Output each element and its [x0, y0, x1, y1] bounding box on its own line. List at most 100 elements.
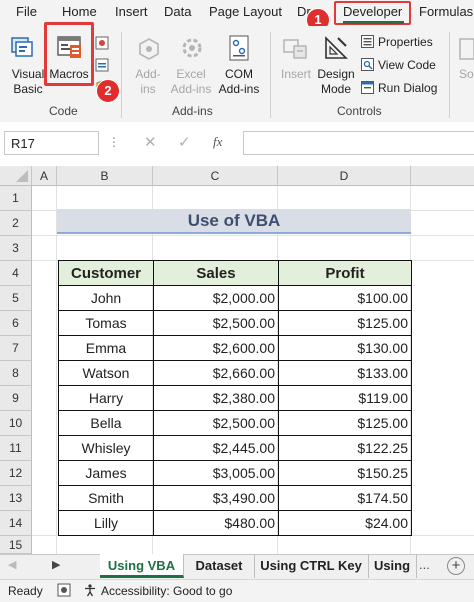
sales-cell[interactable]: $2,380.00	[153, 385, 279, 411]
insert-controls-button[interactable]: Insert	[278, 67, 314, 82]
sheet-tab-using[interactable]: Using	[368, 554, 417, 578]
profit-cell[interactable]: $133.00	[278, 360, 412, 386]
column-header-d[interactable]: D	[278, 166, 411, 186]
run-dialog-icon[interactable]	[361, 81, 374, 94]
add-ins-icon[interactable]	[136, 36, 162, 62]
excel-add-ins-icon[interactable]	[178, 34, 206, 62]
sales-cell[interactable]: $3,490.00	[153, 485, 279, 511]
customer-cell[interactable]: Bella	[58, 410, 154, 436]
profit-cell[interactable]: $130.00	[278, 335, 412, 361]
row-header-4[interactable]: 4	[0, 261, 32, 286]
row-header-3[interactable]: 3	[0, 236, 32, 261]
header-sales[interactable]: Sales	[153, 260, 279, 286]
properties-button[interactable]: Properties	[378, 35, 433, 49]
sales-cell[interactable]: $2,000.00	[153, 285, 279, 311]
row-header-1[interactable]: 1	[0, 186, 32, 211]
scroll-first-sheet-icon[interactable]: ◀	[8, 558, 16, 571]
sales-cell[interactable]: $2,500.00	[153, 410, 279, 436]
sales-cell[interactable]: $2,600.00	[153, 335, 279, 361]
row-header-11[interactable]: 11	[0, 436, 32, 461]
header-profit[interactable]: Profit	[278, 260, 412, 286]
sheet-tab-using-vba[interactable]: Using VBA	[100, 554, 184, 578]
name-box[interactable]: R17	[4, 131, 99, 155]
add-sheet-icon[interactable]: +	[447, 557, 465, 575]
tab-file[interactable]: File	[16, 4, 37, 19]
profit-cell[interactable]: $24.00	[278, 510, 412, 536]
customer-cell[interactable]: Emma	[58, 335, 154, 361]
sales-cell[interactable]: $2,445.00	[153, 435, 279, 461]
view-code-icon[interactable]	[361, 58, 374, 71]
column-header-a[interactable]: A	[32, 166, 57, 186]
row-header-7[interactable]: 7	[0, 336, 32, 361]
sheet-title-cell[interactable]: Use of VBA	[57, 209, 411, 234]
row-header-10[interactable]: 10	[0, 411, 32, 436]
source-icon[interactable]	[457, 36, 474, 62]
row-header-8[interactable]: 8	[0, 361, 32, 386]
source-button-cut-off[interactable]: So	[459, 67, 474, 82]
column-header-b[interactable]: B	[57, 166, 153, 186]
customer-cell[interactable]: Tomas	[58, 310, 154, 336]
profit-cell[interactable]: $119.00	[278, 385, 412, 411]
customer-cell[interactable]: Harry	[58, 385, 154, 411]
com-add-ins-button[interactable]: COM Add-ins	[214, 67, 264, 97]
profit-cell[interactable]: $125.00	[278, 410, 412, 436]
sheet-tab-using-ctrl-key[interactable]: Using CTRL Key	[254, 554, 369, 578]
profit-cell[interactable]: $125.00	[278, 310, 412, 336]
formula-input[interactable]	[243, 131, 474, 155]
select-all-corner[interactable]	[0, 166, 32, 186]
sales-cell[interactable]: $480.00	[153, 510, 279, 536]
visual-basic-button[interactable]: Visual Basic	[8, 67, 48, 97]
sales-cell[interactable]: $2,660.00	[153, 360, 279, 386]
com-add-ins-icon[interactable]	[226, 34, 252, 62]
insert-function-icon[interactable]: fx	[213, 134, 222, 150]
macro-recording-icon[interactable]	[57, 583, 71, 597]
row-header-9[interactable]: 9	[0, 386, 32, 411]
column-header-e[interactable]	[411, 166, 474, 186]
customer-cell[interactable]: Whisley	[58, 435, 154, 461]
header-customer[interactable]: Customer	[58, 260, 154, 286]
row-header-2[interactable]: 2	[0, 211, 32, 236]
profit-cell[interactable]: $174.50	[278, 485, 412, 511]
tab-home[interactable]: Home	[62, 4, 97, 19]
row-header-14[interactable]: 14	[0, 511, 32, 536]
row-header-13[interactable]: 13	[0, 486, 32, 511]
relative-references-icon[interactable]	[95, 58, 109, 72]
more-sheets-button[interactable]: ...	[419, 557, 430, 572]
customer-cell[interactable]: Lilly	[58, 510, 154, 536]
row-header-12[interactable]: 12	[0, 461, 32, 486]
tab-data[interactable]: Data	[164, 4, 191, 19]
profit-cell[interactable]: $122.25	[278, 435, 412, 461]
scroll-next-sheet-icon[interactable]: ▶	[52, 558, 60, 571]
insert-controls-icon[interactable]	[282, 36, 310, 62]
sales-cell[interactable]: $3,005.00	[153, 460, 279, 486]
sheet-tab-dataset[interactable]: Dataset	[184, 554, 255, 578]
sales-cell[interactable]: $2,500.00	[153, 310, 279, 336]
tab-page-layout[interactable]: Page Layout	[209, 4, 282, 19]
accessibility-status[interactable]: Accessibility: Good to go	[101, 584, 232, 598]
add-ins-button[interactable]: Add- ins	[128, 67, 168, 97]
customer-cell[interactable]: James	[58, 460, 154, 486]
customer-cell[interactable]: Watson	[58, 360, 154, 386]
tab-formulas[interactable]: Formulas	[419, 4, 473, 19]
cancel-icon[interactable]: ✕	[144, 133, 157, 151]
accessibility-icon[interactable]	[83, 583, 97, 597]
tab-insert[interactable]: Insert	[115, 4, 148, 19]
customer-cell[interactable]: Smith	[58, 485, 154, 511]
design-mode-button[interactable]: Design Mode	[316, 67, 356, 97]
column-header-c[interactable]: C	[153, 166, 278, 186]
properties-icon[interactable]	[361, 35, 374, 48]
confirm-icon[interactable]: ✓	[178, 133, 191, 151]
design-mode-icon[interactable]	[322, 34, 350, 62]
row-header-6[interactable]: 6	[0, 311, 32, 336]
row-header-15[interactable]: 15	[0, 536, 32, 554]
excel-add-ins-button[interactable]: Excel Add-ins	[168, 67, 214, 97]
profit-cell[interactable]: $100.00	[278, 285, 412, 311]
customer-cell[interactable]: John	[58, 285, 154, 311]
profit-cell[interactable]: $150.25	[278, 460, 412, 486]
row-header-5[interactable]: 5	[0, 286, 32, 311]
more-options-icon[interactable]: ⋮	[108, 135, 120, 149]
run-dialog-button[interactable]: Run Dialog	[378, 81, 437, 95]
record-macro-icon[interactable]	[95, 36, 109, 50]
visual-basic-icon[interactable]	[10, 34, 34, 58]
view-code-button[interactable]: View Code	[378, 58, 436, 72]
